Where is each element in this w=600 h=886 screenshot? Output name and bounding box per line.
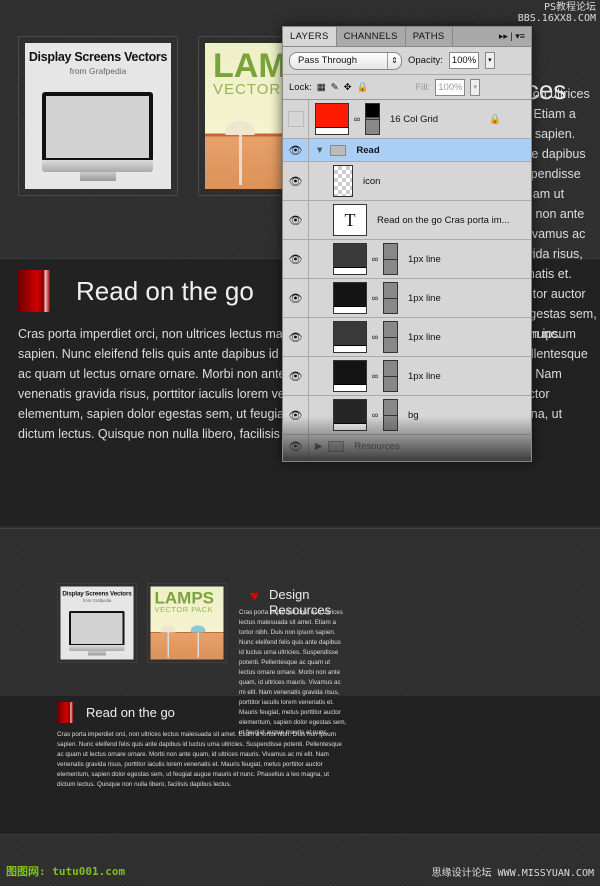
link-icon[interactable]: ∞	[352, 114, 362, 124]
eye-icon[interactable]: 👁	[283, 279, 309, 317]
lock-icon: 🔒	[489, 113, 501, 125]
link-icon[interactable]: ∞	[370, 293, 380, 303]
lock-brush-icon[interactable]: ✎	[331, 82, 339, 93]
monitor-image	[42, 92, 153, 162]
watermark-top: PS教程论坛 BBS.16XX8.COM	[517, 2, 596, 24]
layer-row[interactable]: 👁 T Read on the go Cras porta im...	[283, 201, 531, 240]
layer-thumbnail	[333, 360, 367, 392]
watermark-bottom-left: 图图网: tutu001.com	[6, 865, 126, 878]
thumb-lamps[interactable]: LAMPS VECTOR PACK	[147, 583, 227, 663]
eye-icon[interactable]: 👁	[283, 240, 309, 278]
eye-icon[interactable]: 👁	[283, 357, 309, 395]
thumb-display-screens[interactable]: Display Screens Vectors from Grafpedia	[18, 36, 178, 196]
read-heading: Read on the go	[76, 276, 254, 306]
tab-channels[interactable]: CHANNELS	[337, 27, 406, 46]
layer-row[interactable]: ∞ 16 Col Grid 🔒	[283, 100, 531, 139]
lock-all-icon[interactable]: 🔒	[357, 82, 369, 93]
fill-label: Fill:	[415, 81, 431, 93]
tab-paths[interactable]: PATHS	[406, 27, 453, 46]
link-icon[interactable]: ∞	[370, 254, 380, 264]
layer-mask-thumbnail	[365, 103, 380, 135]
layer-thumbnail	[333, 165, 353, 197]
layer-thumbnail	[333, 282, 367, 314]
lock-transparency-icon[interactable]: ▦	[317, 82, 326, 93]
visibility-toggle[interactable]	[283, 100, 309, 138]
expand-triangle-icon[interactable]: ▼	[315, 145, 324, 156]
thumb-title: Display Screens Vectors	[62, 590, 132, 597]
lock-move-icon[interactable]: ✥	[344, 82, 352, 93]
layer-row[interactable]: 👁 ∞ 1px line	[283, 279, 531, 318]
panel-menu-icon[interactable]: ▸▸ | ▾≡	[493, 27, 531, 46]
thumb-subtitle: from Grafpedia	[82, 598, 112, 603]
link-icon[interactable]: ∞	[370, 371, 380, 381]
layer-row[interactable]: 👁 ∞ 1px line	[283, 240, 531, 279]
monitor-image	[69, 611, 125, 646]
layer-thumbnail	[333, 321, 367, 353]
layer-mask-thumbnail	[383, 360, 398, 392]
read-heading: Read on the go	[86, 705, 175, 720]
layer-row[interactable]: 👁 ∞ 1px line	[283, 357, 531, 396]
opacity-input[interactable]: 100%	[448, 52, 479, 69]
fill-input[interactable]: 100%	[435, 78, 466, 96]
thumb-title: Display Screens Vectors	[28, 50, 168, 64]
layer-thumbnail	[333, 243, 367, 275]
layer-row[interactable]: 👁 ∞ 1px line	[283, 318, 531, 357]
opacity-dropdown[interactable]: ▾	[484, 52, 495, 69]
layer-mask-thumbnail	[383, 321, 398, 353]
text-layer-icon: T	[333, 204, 367, 236]
layer-row[interactable]: 👁 ▼ Read	[283, 139, 531, 162]
eye-icon[interactable]: 👁	[283, 318, 309, 356]
layers-panel[interactable]: LAYERS CHANNELS PATHS ▸▸ | ▾≡ Pass Throu…	[282, 26, 532, 462]
book-icon	[57, 702, 73, 723]
layer-mask-thumbnail	[383, 243, 398, 275]
eye-icon[interactable]: 👁	[283, 162, 309, 200]
thumb-subtitle: VECTOR PACK	[154, 605, 214, 615]
watermark-bottom-right: 思缘设计论坛 WWW.MISSYUAN.COM	[431, 868, 594, 879]
layer-row[interactable]: 👁 icon	[283, 162, 531, 201]
blend-mode-select[interactable]: Pass Through ⇕	[289, 51, 402, 70]
read-paragraph: Cras porta imperdiet orci, non ultrices …	[57, 730, 342, 788]
opacity-label: Opacity:	[408, 55, 443, 66]
tab-layers[interactable]: LAYERS	[283, 27, 337, 46]
link-icon[interactable]: ∞	[370, 332, 380, 342]
fill-dropdown[interactable]: ▾	[470, 78, 481, 96]
heart-icon: ♥	[250, 588, 259, 605]
folder-icon	[330, 144, 347, 156]
thumb-title: LAMPS	[154, 588, 215, 608]
thumb-subtitle: from Grafpedia	[69, 66, 127, 76]
mini-design-resources-block: Display Screens Vectors from Grafpedia L…	[48, 565, 348, 736]
eye-icon[interactable]: 👁	[283, 139, 309, 161]
mini-read-block: Read on the go Cras porta imperdiet orci…	[48, 696, 348, 831]
layer-mask-thumbnail	[383, 282, 398, 314]
book-icon	[18, 270, 50, 312]
layer-thumbnail	[315, 103, 349, 135]
lock-label: Lock:	[289, 81, 312, 93]
thumb-display-screens[interactable]: Display Screens Vectors from Grafpedia	[57, 583, 137, 663]
select-arrows-icon: ⇕	[387, 52, 401, 69]
eye-icon[interactable]: 👁	[283, 201, 309, 239]
